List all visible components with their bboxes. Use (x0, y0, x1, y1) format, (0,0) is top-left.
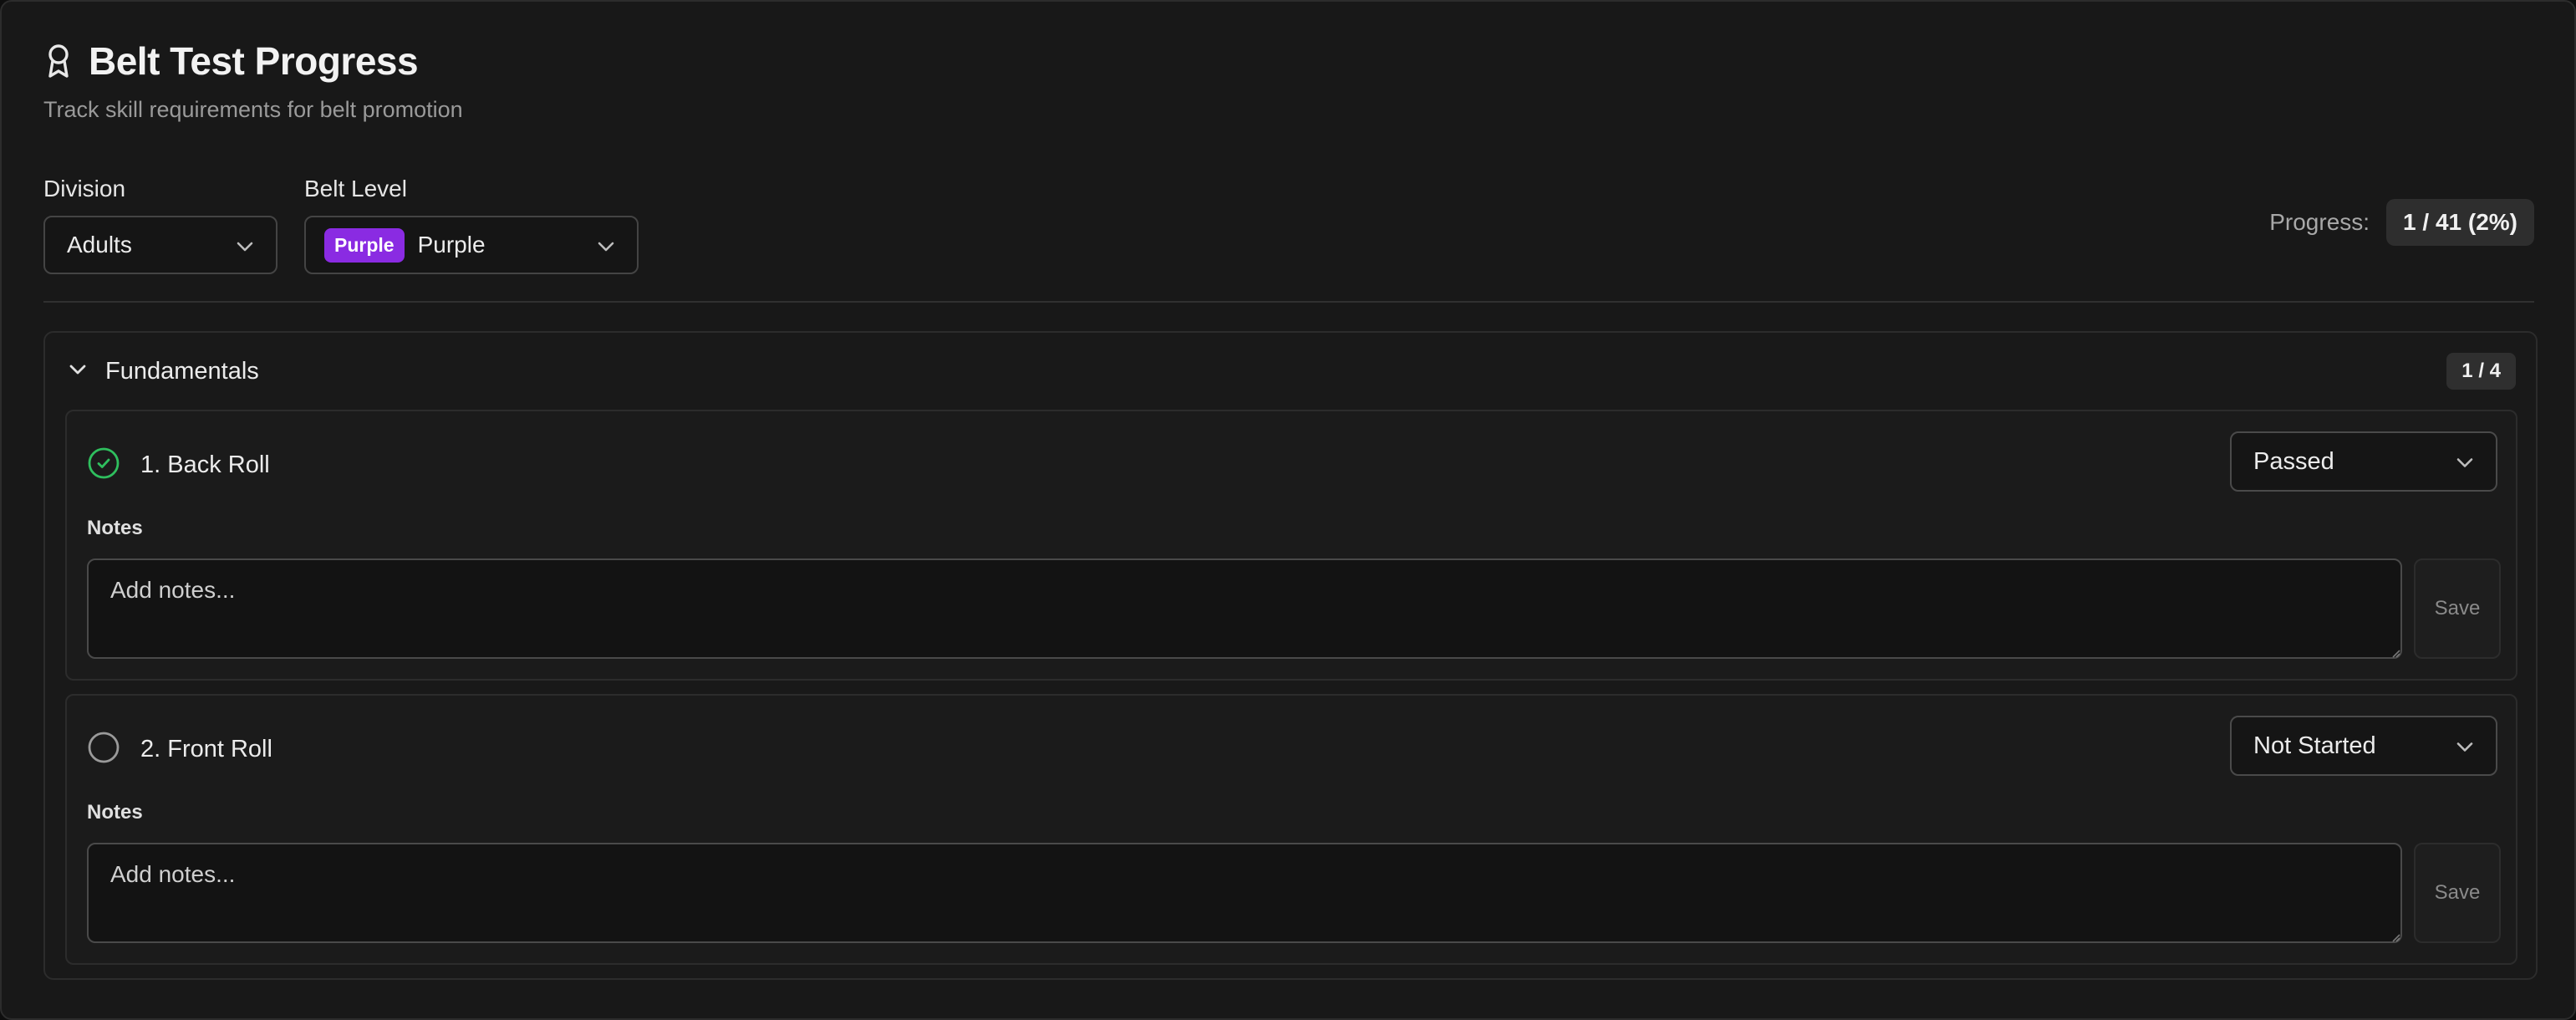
progress-summary: Progress: 1 / 41 (2%) (2269, 199, 2534, 246)
belt-level-value: Purple (417, 232, 486, 258)
check-circle-icon (87, 446, 120, 484)
chevron-down-icon (597, 232, 615, 258)
section-fundamentals: Fundamentals 1 / 4 1. Back Roll Passed N… (43, 331, 2538, 980)
header-divider (43, 301, 2534, 303)
skill-status-value: Not Started (2253, 732, 2376, 759)
skill-item: 1. Back Roll Passed Notes Save (65, 410, 2517, 681)
notes-textarea[interactable] (87, 558, 2402, 659)
page-subtitle: Track skill requirements for belt promot… (43, 97, 463, 122)
belt-level-label: Belt Level (304, 176, 407, 201)
skill-header: 2. Front Roll (87, 731, 272, 768)
chevron-down-icon (2456, 448, 2474, 476)
save-notes-button[interactable]: Save (2414, 843, 2501, 943)
skill-name: 1. Back Roll (140, 451, 270, 478)
award-ribbon-icon (43, 43, 74, 79)
chevron-down-icon[interactable] (69, 364, 87, 380)
belt-test-card: Belt Test Progress Track skill requireme… (0, 0, 2576, 1020)
notes-textarea[interactable] (87, 843, 2402, 943)
section-title: Fundamentals (105, 358, 259, 385)
progress-value-badge: 1 / 41 (2%) (2386, 199, 2534, 246)
progress-label: Progress: (2269, 209, 2370, 235)
belt-level-select[interactable]: Purple Purple (304, 216, 639, 274)
section-toggle[interactable]: Fundamentals (69, 358, 259, 385)
skill-status-select[interactable]: Passed (2230, 431, 2497, 492)
skill-status-select[interactable]: Not Started (2230, 716, 2497, 776)
skill-header: 1. Back Roll (87, 446, 270, 484)
section-count-badge: 1 / 4 (2446, 353, 2516, 390)
skill-name: 2. Front Roll (140, 736, 272, 762)
skill-status-value: Passed (2253, 447, 2334, 475)
skill-item: 2. Front Roll Not Started Notes Save (65, 694, 2517, 965)
empty-circle-icon (87, 731, 120, 768)
chevron-down-icon (236, 232, 254, 258)
division-label: Division (43, 176, 126, 201)
belt-color-badge: Purple (324, 227, 405, 263)
resize-grip-icon[interactable] (2390, 647, 2400, 662)
page-title: Belt Test Progress (89, 39, 419, 83)
notes-label: Notes (87, 517, 143, 539)
chevron-down-icon (2456, 732, 2474, 760)
title-row: Belt Test Progress (43, 38, 419, 84)
notes-label: Notes (87, 801, 143, 824)
resize-grip-icon[interactable] (2390, 931, 2400, 946)
division-select[interactable]: Adults (43, 216, 277, 274)
division-value: Adults (67, 232, 132, 258)
save-notes-button[interactable]: Save (2414, 558, 2501, 659)
